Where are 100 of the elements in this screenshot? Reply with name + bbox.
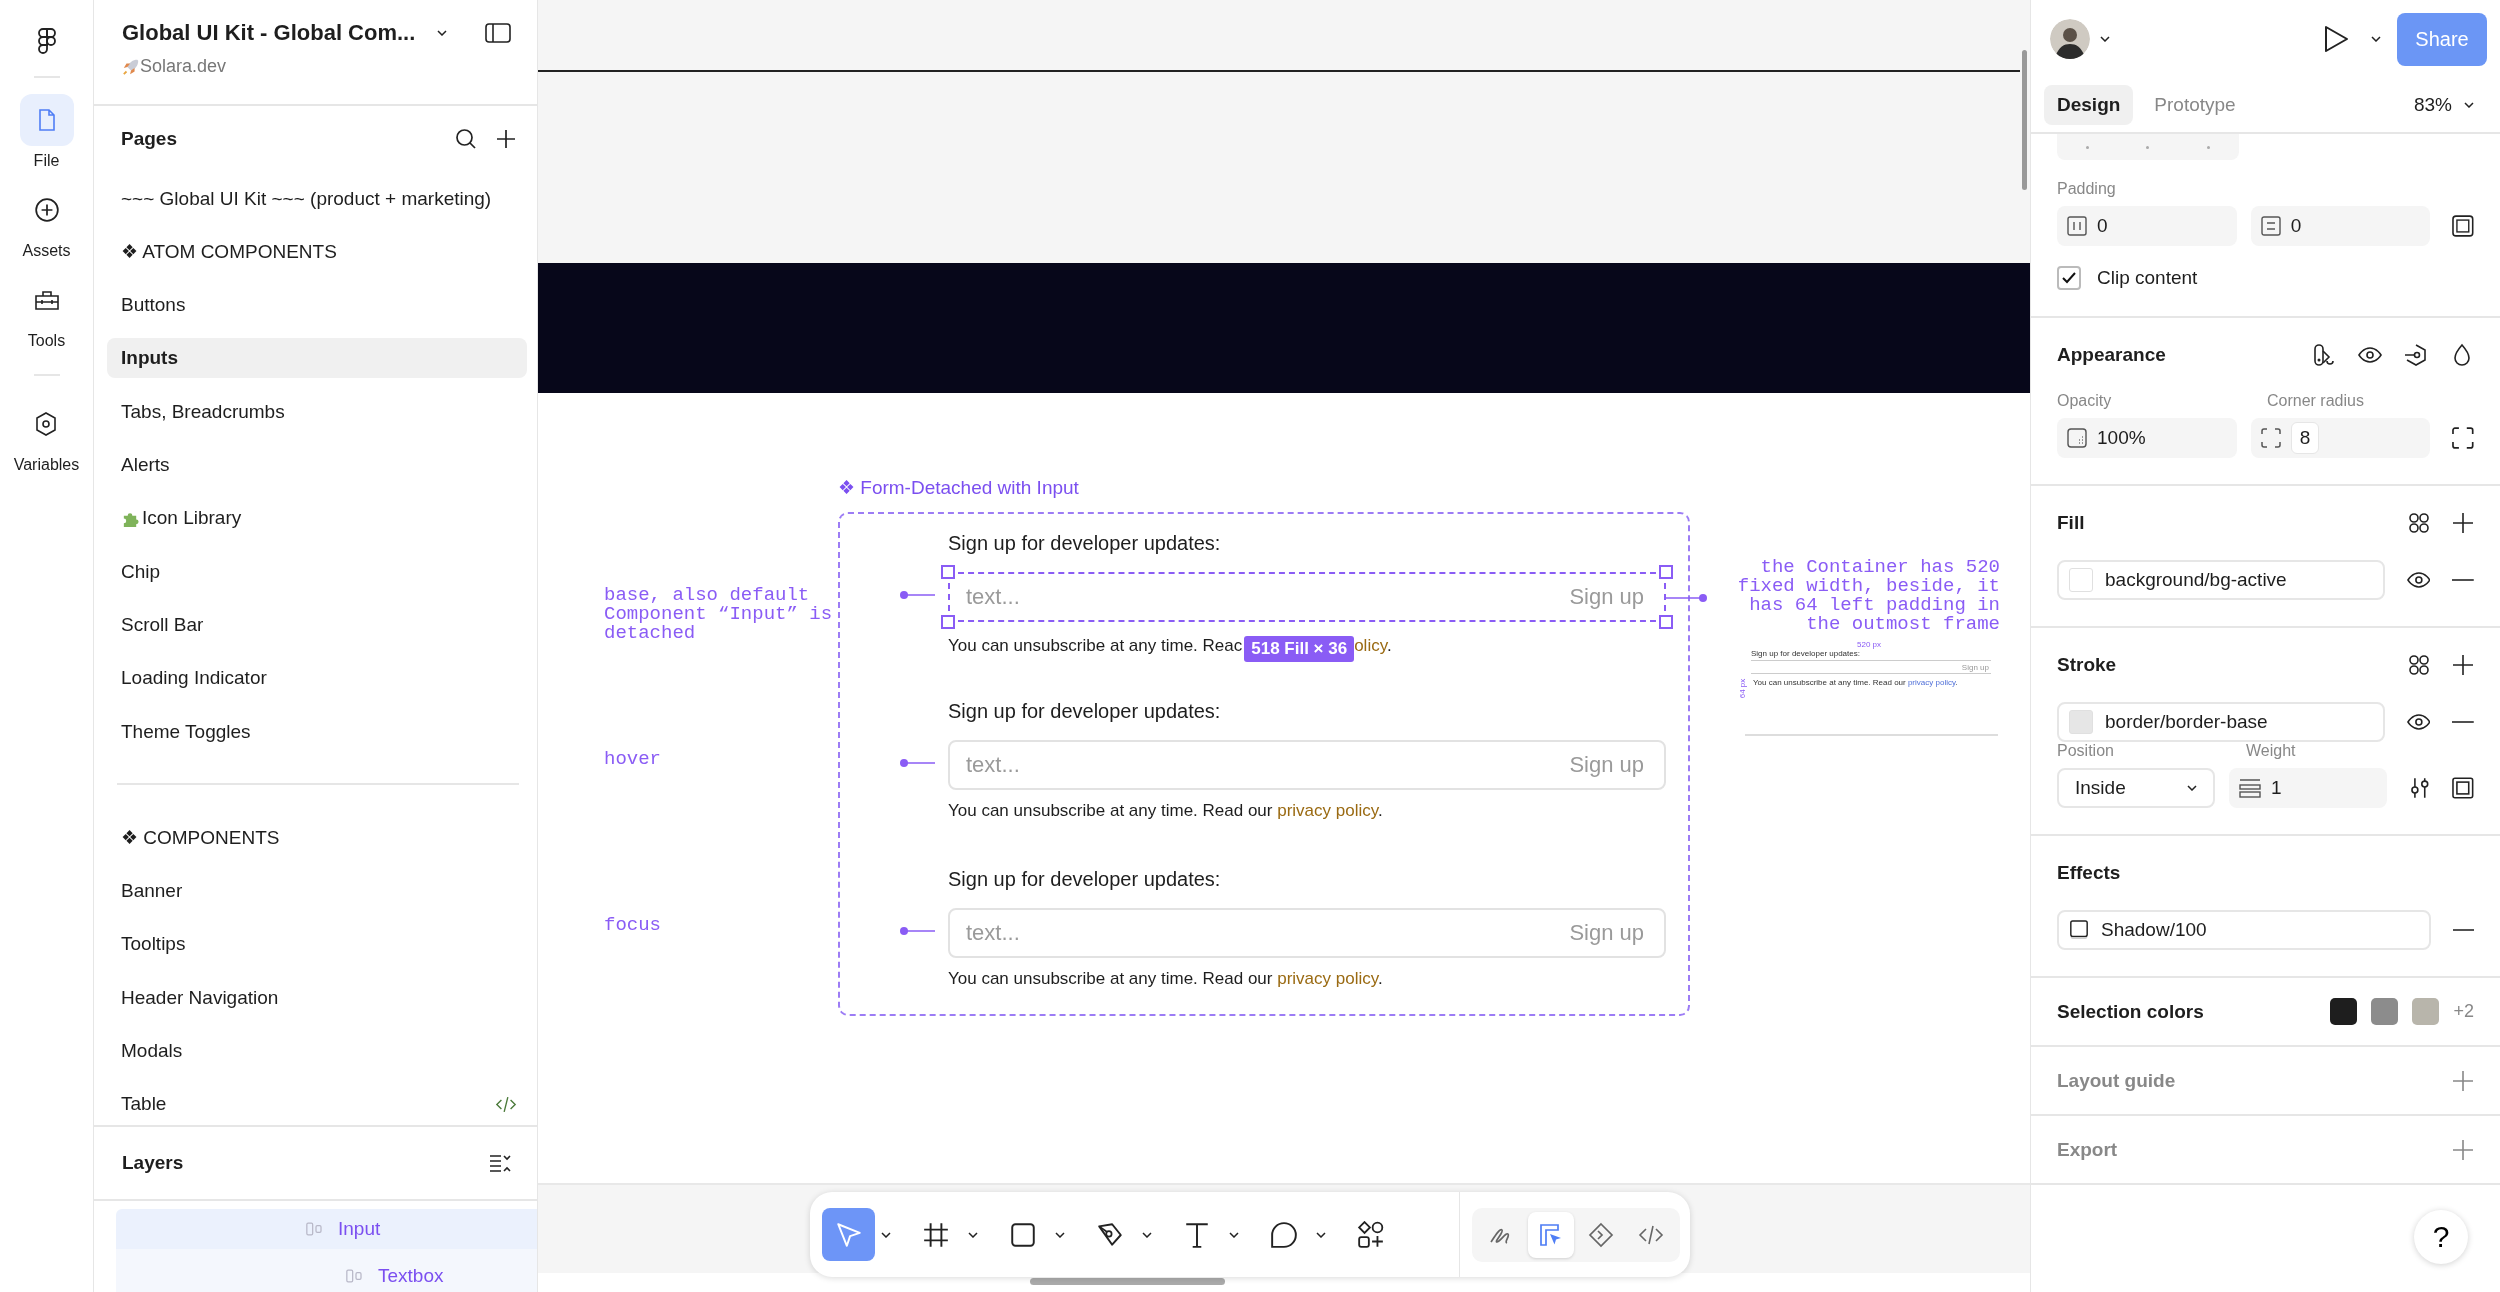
helper-text: You can unsubscribe at any time. Read our privacy policy. xyxy=(948,968,1383,990)
zoom-level[interactable]: 83% xyxy=(2413,94,2452,116)
caret-icon[interactable] xyxy=(1142,1231,1152,1238)
page-item[interactable]: ~~~ Global UI Kit ~~~ (product + marketing) xyxy=(107,172,527,226)
color-swatch[interactable] xyxy=(2371,998,2399,1025)
page-label: ~~~ Global UI Kit ~~~ (product + marketing) xyxy=(121,187,492,210)
thumbnail-text: You can unsubscribe at any time. Read our privacy policy. xyxy=(1753,678,1958,687)
play-icon[interactable] xyxy=(2323,25,2349,53)
panel-tab[interactable]: Design xyxy=(2044,85,2134,125)
minus-icon[interactable] xyxy=(2452,578,2474,582)
page-item[interactable]: Theme Toggles xyxy=(107,704,527,759)
shadow-icon xyxy=(2069,919,2089,941)
padding-field[interactable]: 0 xyxy=(2057,206,2237,246)
sliders-icon[interactable] xyxy=(2408,777,2431,799)
privacy-link[interactable]: privacy policy xyxy=(1277,801,1378,820)
field-label: Position xyxy=(2057,742,2115,760)
privacy-link[interactable]: privacy policy xyxy=(1277,969,1378,988)
help-button[interactable]: ? xyxy=(2414,1210,2468,1264)
sidebar-toggle-icon[interactable] xyxy=(485,23,511,43)
caret-icon[interactable] xyxy=(1316,1231,1326,1238)
layer-row[interactable]: Input xyxy=(116,1209,537,1249)
padding-measure: 64 px xyxy=(1738,678,1748,699)
resize-handle[interactable] xyxy=(941,615,955,629)
resize-handle[interactable] xyxy=(1659,565,1673,579)
section-title: Export xyxy=(2057,1138,2118,1161)
variable-mode-icon[interactable] xyxy=(2312,343,2336,367)
size-badge: 518 Fill × 36 xyxy=(1244,636,1355,662)
padding-sides-icon[interactable] xyxy=(2452,215,2474,237)
page-item[interactable]: Modals xyxy=(107,1024,527,1078)
styles-icon[interactable] xyxy=(2408,512,2430,534)
page-item[interactable]: Banner xyxy=(107,864,527,918)
alignment-field[interactable] xyxy=(2057,134,2239,160)
page-item[interactable]: Tooltips xyxy=(107,917,527,972)
width-measure: 520 px xyxy=(1857,640,1882,649)
page-label: Loading Indicator xyxy=(121,667,267,690)
page-item[interactable]: Header Navigation xyxy=(107,971,527,1025)
page-item[interactable]: Inputs xyxy=(107,338,527,379)
team-name[interactable]: Solara.dev xyxy=(140,56,227,77)
caret-icon[interactable] xyxy=(2100,36,2110,42)
styles-icon[interactable] xyxy=(2408,654,2430,676)
page-item[interactable]: Chip xyxy=(107,544,527,599)
caret-icon[interactable] xyxy=(2464,102,2474,108)
page-label: Tooltips xyxy=(121,933,186,956)
frame-title[interactable]: ❖ Form-Detached with Input xyxy=(838,476,1079,499)
page-item[interactable]: ❖ COMPONENTS xyxy=(107,811,527,865)
caret-icon[interactable] xyxy=(881,1231,891,1238)
minus-icon[interactable] xyxy=(2452,720,2474,724)
stroke-style-field[interactable]: border/border-base xyxy=(2057,702,2385,742)
section-title: Selection colors xyxy=(2057,1000,2204,1023)
caret-icon[interactable] xyxy=(1229,1231,1239,1238)
position-dropdown[interactable]: Inside xyxy=(2057,768,2215,808)
input-placeholder: text... xyxy=(966,920,1020,946)
rail-label: File xyxy=(33,152,60,170)
mode-button[interactable] xyxy=(1528,1211,1574,1258)
caret-icon[interactable] xyxy=(2187,785,2197,791)
color-swatch[interactable] xyxy=(2412,998,2440,1025)
panel-tab[interactable]: Prototype xyxy=(2141,85,2249,125)
caret-icon[interactable] xyxy=(968,1231,978,1238)
privacy-link[interactable]: olicy xyxy=(1354,636,1387,655)
layer-row[interactable]: Textbox xyxy=(116,1249,537,1292)
more-colors-count[interactable]: +2 xyxy=(2453,1001,2474,1022)
weight-field[interactable]: 1 xyxy=(2229,768,2387,808)
search-icon[interactable] xyxy=(455,128,477,150)
scrollbar[interactable] xyxy=(2022,50,2027,190)
page-item[interactable]: ❖ ATOM COMPONENTS xyxy=(107,225,527,279)
field-label: Sign up for developer updates: xyxy=(948,868,1221,891)
checkbox[interactable] xyxy=(2057,266,2081,290)
scrollbar[interactable] xyxy=(1030,1278,1225,1285)
page-item[interactable]: Icon Library xyxy=(107,491,527,545)
page-item[interactable]: Loading Indicator xyxy=(107,651,527,705)
avatar[interactable] xyxy=(2050,19,2090,59)
resize-handle[interactable] xyxy=(941,565,955,579)
page-item[interactable]: Alerts xyxy=(107,438,527,492)
color-swatch[interactable] xyxy=(2330,998,2358,1025)
opacity-field[interactable]: 100% xyxy=(2057,418,2237,458)
caret-icon[interactable] xyxy=(437,30,448,36)
minus-icon[interactable] xyxy=(2452,928,2474,932)
caret-icon[interactable] xyxy=(1055,1231,1065,1238)
collapse-list-icon[interactable] xyxy=(489,1153,511,1173)
independent-corners-icon[interactable] xyxy=(2452,427,2474,449)
connector-line xyxy=(1666,593,1708,603)
page-item[interactable]: Scroll Bar xyxy=(107,598,527,652)
stroke-sides-icon[interactable] xyxy=(2452,777,2474,799)
blend-icon[interactable] xyxy=(2404,343,2428,367)
logo-icon[interactable] xyxy=(36,28,57,56)
resize-handle[interactable] xyxy=(1659,615,1673,629)
add-icon[interactable] xyxy=(2452,512,2474,534)
page-item[interactable]: Tabs, Breadcrumbs xyxy=(107,385,527,439)
effect-style-field[interactable]: Shadow/100 xyxy=(2057,910,2431,950)
padding-field[interactable]: 0 xyxy=(2250,206,2431,246)
add-icon[interactable] xyxy=(2452,654,2474,676)
file-title[interactable]: Global UI Kit - Global Com... xyxy=(122,20,416,46)
corner-radius-field[interactable]: 8 xyxy=(2250,418,2431,458)
page-item[interactable]: Table xyxy=(107,1077,527,1125)
caret-icon[interactable] xyxy=(2371,36,2381,42)
fill-style-field[interactable]: background/bg-active xyxy=(2057,560,2385,600)
page-item[interactable]: Buttons xyxy=(107,278,527,332)
add-icon[interactable] xyxy=(495,128,517,150)
page-label: Buttons xyxy=(121,294,186,317)
component-icon xyxy=(1588,1221,1614,1248)
